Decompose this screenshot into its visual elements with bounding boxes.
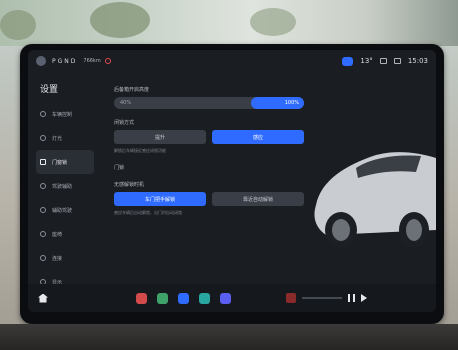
camera-icon[interactable] xyxy=(157,292,168,304)
battery-icon xyxy=(379,58,387,64)
background-tree xyxy=(250,8,296,36)
hint-text: 感应车辆后自动解锁，出门时自动闭锁 xyxy=(114,210,182,215)
album-art[interactable] xyxy=(286,293,296,303)
pause-icon[interactable] xyxy=(348,294,355,302)
music-icon[interactable] xyxy=(199,292,210,304)
photo-scene: PGND 766km 13° 15:03 设置 车辆控制 灯光 门窗锁 驾驶辅助… xyxy=(0,0,458,350)
record-icon xyxy=(104,58,111,64)
sidebar-item-connection[interactable]: 连接 xyxy=(36,246,94,270)
background-tree xyxy=(0,10,36,40)
sidebar-item-assisted-driving[interactable]: 辅助驾驶 xyxy=(36,198,94,222)
signal-icon xyxy=(393,58,401,64)
brand-label: PGND xyxy=(52,57,78,65)
settings-content: 后备箱开启高度 40% 100% 闭锁方式 提升 感应 解锁后车辆接近感应闭锁功… xyxy=(114,86,304,226)
app-grid-icon[interactable] xyxy=(136,292,147,304)
seat-icon xyxy=(40,231,46,237)
section-label: 门锁 xyxy=(114,165,125,171)
unlock-timing-option-1[interactable]: 车门把手解锁 xyxy=(114,192,206,206)
settings-sidebar: 车辆控制 灯光 门窗锁 驾驶辅助 辅助驾驶 座椅 连接 显示 xyxy=(36,102,94,294)
section-label: 无感解锁时机 xyxy=(114,182,145,188)
car-display: PGND 766km 13° 15:03 设置 车辆控制 灯光 门窗锁 驾驶辅助… xyxy=(28,50,436,312)
sidebar-item-vehicle-control[interactable]: 车辆控制 xyxy=(36,102,94,126)
sidebar-item-label: 辅助驾驶 xyxy=(52,207,73,214)
car-control-icon xyxy=(40,111,46,117)
home-icon[interactable] xyxy=(38,293,48,303)
avatar[interactable] xyxy=(36,56,46,66)
sidebar-item-label: 灯光 xyxy=(52,135,63,142)
sidebar-item-label: 连接 xyxy=(52,255,63,262)
section-label: 后备箱开启高度 xyxy=(114,87,150,93)
sidebar-item-lights[interactable]: 灯光 xyxy=(36,126,94,150)
slider-low-label: 40% xyxy=(120,100,132,106)
slider-high-label: 100% xyxy=(284,100,299,106)
background-tree xyxy=(90,2,150,38)
clock: 15:03 xyxy=(407,57,428,65)
sidebar-item-seat[interactable]: 座椅 xyxy=(36,222,94,246)
assist-icon xyxy=(40,207,46,213)
link-icon xyxy=(40,255,46,261)
sidebar-item-label: 座椅 xyxy=(52,231,63,238)
trunk-height-slider[interactable]: 40% 100% xyxy=(114,97,304,109)
door-lock-icon xyxy=(40,159,46,165)
media-progress[interactable] xyxy=(302,297,342,299)
next-track-icon[interactable] xyxy=(361,294,367,302)
camera-status-icon[interactable] xyxy=(342,56,354,66)
vehicle-illustration xyxy=(314,152,436,248)
unlock-timing-segmented: 车门把手解锁 靠近自动解锁 xyxy=(114,192,304,206)
background-sky xyxy=(0,0,458,46)
hint-text: 解锁后车辆接近感应闭锁功能 xyxy=(114,148,166,153)
status-bar: PGND 766km 13° 15:03 xyxy=(28,50,436,72)
temperature-readout: 13° xyxy=(360,57,373,65)
video-icon[interactable] xyxy=(178,292,189,304)
lock-mode-option-2[interactable]: 感应 xyxy=(212,130,304,144)
sidebar-item-door-lock[interactable]: 门窗锁 xyxy=(36,150,94,174)
range-readout: 766km xyxy=(83,58,101,64)
dock-bar xyxy=(28,284,436,312)
sidebar-item-label: 车辆控制 xyxy=(52,111,73,118)
sidebar-item-label: 驾驶辅助 xyxy=(52,183,73,190)
lock-mode-segmented: 提升 感应 xyxy=(114,130,304,144)
unlock-timing-option-2[interactable]: 靠近自动解锁 xyxy=(212,192,304,206)
page-title: 设置 xyxy=(40,85,59,95)
section-label: 闭锁方式 xyxy=(114,120,135,126)
sidebar-item-label: 门窗锁 xyxy=(52,159,68,166)
light-icon xyxy=(40,135,46,141)
steering-icon xyxy=(40,183,46,189)
sidebar-item-driving-assist[interactable]: 驾驶辅助 xyxy=(36,174,94,198)
lock-mode-option-1[interactable]: 提升 xyxy=(114,130,206,144)
dashboard-lower xyxy=(0,324,458,350)
media-player xyxy=(286,293,367,303)
apps-icon[interactable] xyxy=(220,292,231,304)
